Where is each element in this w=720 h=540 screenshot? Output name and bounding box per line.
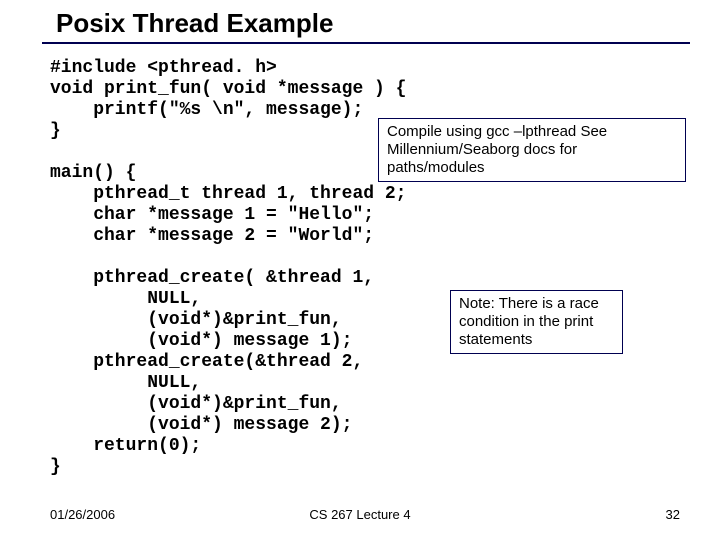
race-condition-note: Note: There is a race condition in the p… (450, 290, 623, 354)
footer-page: 32 (666, 507, 680, 522)
footer-lecture: CS 267 Lecture 4 (0, 507, 720, 522)
code-block: #include <pthread. h> void print_fun( vo… (50, 58, 406, 478)
title-underline (42, 42, 690, 44)
slide-title: Posix Thread Example (56, 8, 333, 39)
compile-note: Compile using gcc –lpthread See Millenni… (378, 118, 686, 182)
